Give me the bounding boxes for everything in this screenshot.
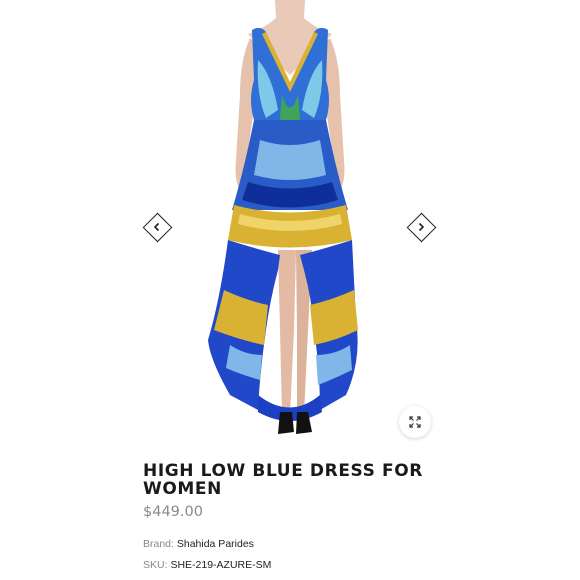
zoom-button[interactable] bbox=[399, 406, 431, 438]
sku-label: SKU: bbox=[143, 559, 168, 571]
brand-value: Shahida Parides bbox=[176, 538, 254, 550]
brand-label: Brand: bbox=[143, 538, 174, 550]
chevron-right-icon bbox=[418, 222, 425, 232]
next-image-button[interactable] bbox=[405, 211, 437, 243]
sku-row: SKU: SHE-219-AZURE-SM bbox=[143, 559, 271, 571]
previous-image-button[interactable] bbox=[141, 211, 173, 243]
expand-icon bbox=[409, 416, 421, 428]
sku-value: SHE-219-AZURE-SM bbox=[170, 559, 272, 571]
product-title: HIGH LOW BLUE DRESS FOR WOMEN bbox=[143, 461, 423, 499]
product-price: $449.00 bbox=[143, 504, 203, 520]
chevron-left-icon bbox=[153, 222, 160, 232]
product-image bbox=[208, 0, 358, 434]
product-gallery bbox=[0, 0, 580, 450]
brand-row: Brand: Shahida Parides bbox=[143, 538, 254, 550]
